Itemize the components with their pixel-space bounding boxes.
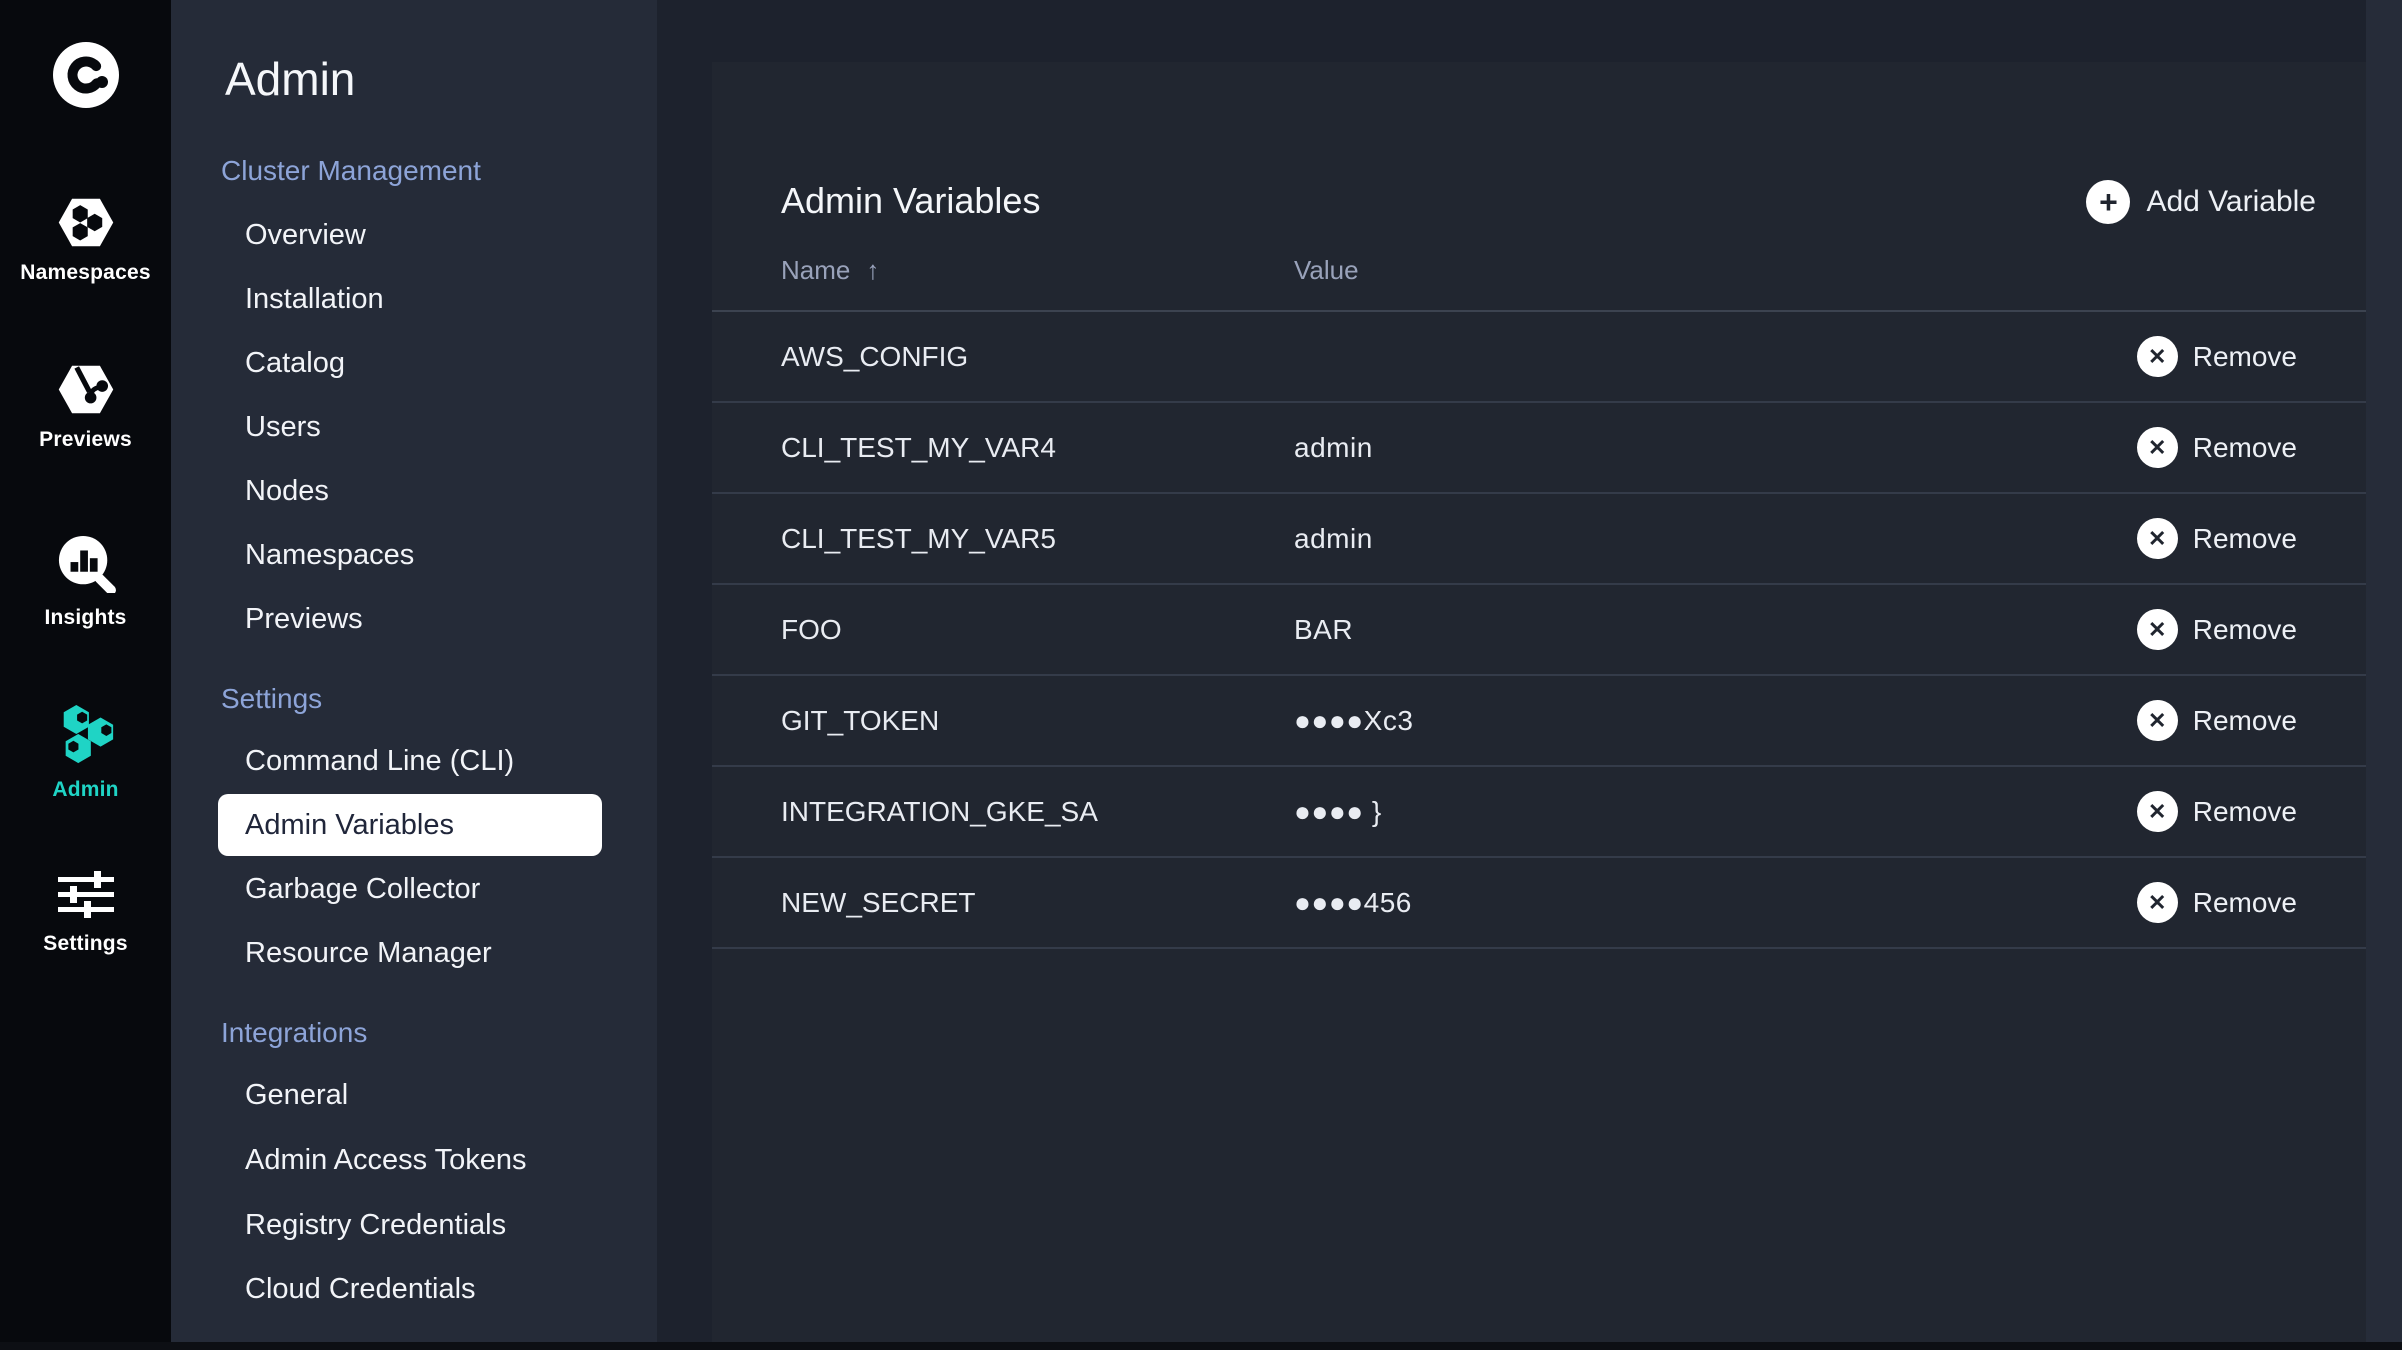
sidebar-item-registry-credentials[interactable]: Registry Credentials <box>171 1193 657 1257</box>
sidebar-item-admin-variables-selected[interactable]: Admin Variables <box>218 794 602 856</box>
table-row: FOO BAR ✕ Remove <box>712 585 2366 676</box>
rail-item-label: Settings <box>43 932 128 955</box>
sidebar-item-catalog[interactable]: Catalog <box>171 331 657 395</box>
sidebar-item-garbage-collector[interactable]: Garbage Collector <box>171 857 657 921</box>
table-row: INTEGRATION_GKE_SA ●●●● } ✕ Remove <box>712 767 2366 858</box>
remove-x-icon: ✕ <box>2136 791 2178 832</box>
sidebar-item-general[interactable]: General <box>171 1063 657 1127</box>
column-header-value: Value <box>1294 255 1359 286</box>
insights-chart-magnifier-icon <box>56 535 116 593</box>
sidebar-item-nodes[interactable]: Nodes <box>171 459 657 523</box>
section-header-cluster-management: Cluster Management <box>221 155 481 186</box>
remove-button[interactable]: ✕ Remove <box>2136 767 2297 856</box>
remove-label: Remove <box>2192 522 2297 554</box>
okteto-logo-icon <box>52 41 120 109</box>
variable-name: CLI_TEST_MY_VAR5 <box>781 522 1056 554</box>
sidebar-item-admin-access-tokens[interactable]: Admin Access Tokens <box>171 1128 657 1192</box>
rail-item-label: Insights <box>44 606 127 629</box>
variable-value: ●●●●Xc3 <box>1294 704 1414 736</box>
remove-x-icon: ✕ <box>2136 427 2178 468</box>
remove-label: Remove <box>2192 431 2297 463</box>
rail-item-label: Admin <box>52 778 119 801</box>
variable-name: GIT_TOKEN <box>781 704 940 736</box>
variable-value: admin <box>1294 522 1373 554</box>
name-column-label: Name <box>781 255 851 285</box>
table-row: NEW_SECRET ●●●●456 ✕ Remove <box>712 858 2366 949</box>
variable-value: ●●●● } <box>1294 795 1382 827</box>
remove-button[interactable]: ✕ Remove <box>2136 312 2297 401</box>
sidebar-item-users[interactable]: Users <box>171 395 657 459</box>
variable-value: admin <box>1294 431 1373 463</box>
remove-x-icon: ✕ <box>2136 609 2178 650</box>
rail-item-settings[interactable]: Settings <box>0 871 171 956</box>
variables-table: AWS_CONFIG ✕ Remove CLI_TEST_MY_VAR4 adm… <box>712 310 2366 949</box>
previews-git-hexagon-icon <box>57 364 115 415</box>
sidebar-item-namespaces[interactable]: Namespaces <box>171 523 657 587</box>
value-column-label: Value <box>1294 255 1359 285</box>
remove-x-icon: ✕ <box>2136 700 2178 741</box>
icon-rail: Namespaces Previews Insights Admin Setti… <box>0 0 171 1350</box>
remove-button[interactable]: ✕ Remove <box>2136 585 2297 674</box>
section-header-settings: Settings <box>221 683 323 714</box>
remove-label: Remove <box>2192 613 2297 645</box>
bottom-edge-strip <box>0 1342 2402 1350</box>
variable-value: ●●●●456 <box>1294 886 1412 918</box>
sidebar-item-previews[interactable]: Previews <box>171 587 657 651</box>
remove-button[interactable]: ✕ Remove <box>2136 858 2297 947</box>
remove-label: Remove <box>2192 795 2297 827</box>
remove-button[interactable]: ✕ Remove <box>2136 403 2297 492</box>
remove-x-icon: ✕ <box>2136 518 2178 559</box>
sidebar-item-resource-manager[interactable]: Resource Manager <box>171 921 657 985</box>
remove-label: Remove <box>2192 886 2297 918</box>
remove-button[interactable]: ✕ Remove <box>2136 494 2297 583</box>
column-header-name[interactable]: Name ↑ <box>781 255 879 286</box>
admin-app: Namespaces Previews Insights Admin Setti… <box>0 0 2402 1350</box>
namespaces-hexagons-icon <box>57 197 115 248</box>
sidebar-item-cloud-credentials[interactable]: Cloud Credentials <box>171 1257 657 1321</box>
sidebar-item-overview[interactable]: Overview <box>171 203 657 267</box>
remove-label: Remove <box>2192 340 2297 372</box>
remove-x-icon: ✕ <box>2136 336 2178 377</box>
sidebar-item-command-line-cli[interactable]: Command Line (CLI) <box>171 729 657 793</box>
remove-x-icon: ✕ <box>2136 882 2178 923</box>
variable-name: CLI_TEST_MY_VAR4 <box>781 431 1056 463</box>
sidebar-item-installation[interactable]: Installation <box>171 267 657 331</box>
brand-logo[interactable] <box>0 41 171 109</box>
table-row: CLI_TEST_MY_VAR4 admin ✕ Remove <box>712 403 2366 494</box>
rail-item-label: Previews <box>39 428 132 451</box>
main-content: Admin Variables + Add Variable Name ↑ Va… <box>657 0 2402 1350</box>
rail-item-insights[interactable]: Insights <box>0 535 171 630</box>
sort-ascending-arrow-icon: ↑ <box>866 255 880 285</box>
admin-nav-sidebar: Admin Cluster Management Overview Instal… <box>171 0 657 1350</box>
settings-sliders-icon <box>57 871 115 919</box>
variable-name: AWS_CONFIG <box>781 340 969 372</box>
variable-name: NEW_SECRET <box>781 886 976 918</box>
rail-item-label: Namespaces <box>20 261 151 284</box>
scrollbar-gutter <box>2366 0 2402 1350</box>
variable-name: INTEGRATION_GKE_SA <box>781 795 1098 827</box>
sidebar-title: Admin <box>225 53 356 105</box>
table-row: CLI_TEST_MY_VAR5 admin ✕ Remove <box>712 494 2366 585</box>
remove-button[interactable]: ✕ Remove <box>2136 676 2297 765</box>
admin-variables-card: Admin Variables + Add Variable Name ↑ Va… <box>712 62 2366 1342</box>
rail-item-admin[interactable]: Admin <box>0 703 171 802</box>
rail-item-previews[interactable]: Previews <box>0 364 171 452</box>
table-header-row: Name ↑ Value <box>712 62 2366 310</box>
variable-value: BAR <box>1294 613 1354 645</box>
rail-item-namespaces[interactable]: Namespaces <box>0 197 171 285</box>
variable-name: FOO <box>781 613 842 645</box>
table-row: GIT_TOKEN ●●●●Xc3 ✕ Remove <box>712 676 2366 767</box>
section-header-integrations: Integrations <box>221 1017 368 1048</box>
remove-label: Remove <box>2192 704 2297 736</box>
admin-hexagons-icon <box>55 703 117 765</box>
table-row: AWS_CONFIG ✕ Remove <box>712 312 2366 403</box>
